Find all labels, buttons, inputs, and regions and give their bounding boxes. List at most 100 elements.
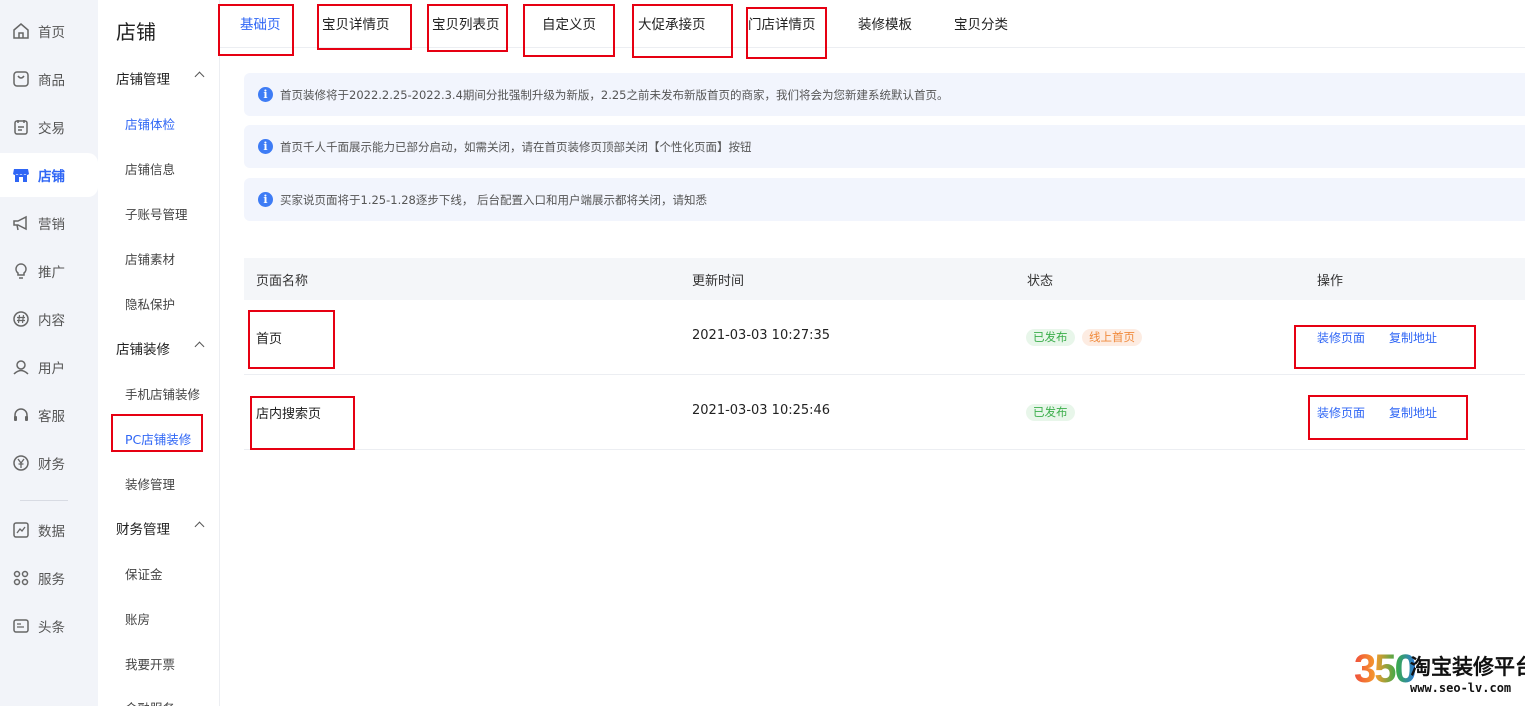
sidebar-item-decoration-management[interactable]: 装修管理	[125, 474, 175, 493]
column-header-status: 状态	[1027, 274, 1054, 289]
nav-label: 头条	[38, 620, 65, 636]
home-icon	[13, 23, 29, 39]
sidebar-item-account[interactable]: 账房	[125, 609, 150, 628]
notice-text: 买家说页面将于1.25-1.28逐步下线， 后台配置入口和用户端展示都将关闭，请…	[280, 192, 708, 207]
nav-item-services[interactable]: 服务	[0, 556, 98, 600]
notice-text: 首页千人千面展示能力已部分启动，如需关闭，请在首页装修页顶部关闭【个性化页面】按…	[280, 139, 752, 154]
headset-icon	[14, 408, 28, 421]
shop-icon	[13, 169, 29, 182]
column-header-time: 更新时间	[692, 274, 745, 289]
page-name: 首页	[256, 332, 283, 347]
sidebar-item-subaccounts[interactable]: 子账号管理	[125, 204, 188, 223]
column-header-name: 页面名称	[256, 274, 309, 289]
nav-label: 用户	[38, 361, 65, 377]
nav-item-home[interactable]: 首页	[0, 9, 98, 53]
update-time: 2021-03-03 10:27:35	[692, 328, 831, 343]
info-icon: i	[258, 139, 273, 154]
nav-item-finance[interactable]: 财务	[0, 441, 98, 485]
copy-address-link[interactable]: 复制地址	[1389, 329, 1437, 346]
nav-label: 服务	[38, 572, 65, 588]
nav-label: 店铺	[38, 169, 65, 185]
megaphone-icon	[13, 215, 27, 231]
sidebar-item-privacy[interactable]: 隐私保护	[125, 294, 175, 313]
info-icon: i	[258, 192, 273, 207]
table-header: 页面名称 更新时间 状态 操作	[244, 258, 1525, 300]
nav-item-content[interactable]: 内容	[0, 297, 98, 341]
tab-promotion-page[interactable]: 大促承接页	[638, 13, 706, 33]
sidebar-item-pc-decoration[interactable]: PC店铺装修	[125, 429, 191, 448]
section-finance-management[interactable]: 财务管理	[116, 518, 211, 538]
status-badge-online-home: 线上首页	[1082, 329, 1142, 346]
nav-item-news[interactable]: 头条	[0, 604, 98, 648]
nav-item-data[interactable]: 数据	[0, 508, 98, 552]
page-name: 店内搜索页	[256, 407, 322, 422]
tab-templates[interactable]: 装修模板	[858, 13, 912, 33]
sidebar-item-shop-info[interactable]: 店铺信息	[125, 159, 175, 178]
column-header-actions: 操作	[1317, 274, 1344, 289]
watermark-url: www.seo-lv.com	[1410, 681, 1512, 695]
tab-item-detail[interactable]: 宝贝详情页	[322, 13, 390, 33]
sidebar-item-deposit[interactable]: 保证金	[125, 564, 163, 583]
table-row: 首页 2021-03-03 10:27:35 已发布 线上首页 装修页面 复制地…	[244, 300, 1525, 375]
nav-item-users[interactable]: 用户	[0, 345, 98, 389]
watermark-number: 350	[1354, 647, 1417, 692]
news-icon	[13, 619, 29, 633]
lightbulb-icon	[15, 263, 27, 279]
chevron-up-icon	[194, 341, 205, 352]
sidebar-item-invoice[interactable]: 我要开票	[125, 654, 175, 673]
nav-item-trade[interactable]: 交易	[0, 105, 98, 149]
nav-label: 内容	[38, 313, 65, 329]
nav-item-marketing[interactable]: 营销	[0, 201, 98, 245]
update-time: 2021-03-03 10:25:46	[692, 403, 831, 418]
nav-label: 首页	[38, 25, 65, 41]
watermark-number-text: 350	[1354, 647, 1417, 691]
info-icon: i	[258, 87, 273, 102]
status-badge-published: 已发布	[1026, 329, 1075, 346]
chart-icon	[13, 522, 29, 538]
chevron-up-icon	[194, 71, 205, 82]
grid-icon	[13, 570, 29, 586]
tab-item-list[interactable]: 宝贝列表页	[432, 13, 500, 33]
decorate-page-link[interactable]: 装修页面	[1317, 329, 1365, 346]
section-shop-decoration[interactable]: 店铺装修	[116, 338, 211, 358]
order-icon	[14, 120, 28, 135]
nav-label: 数据	[38, 524, 65, 540]
nav-label: 交易	[38, 121, 65, 137]
nav-item-promote[interactable]: 推广	[0, 249, 98, 293]
section-label: 财务管理	[116, 522, 170, 538]
tab-custom-page[interactable]: 自定义页	[542, 13, 596, 33]
nav-label: 财务	[38, 457, 65, 473]
tab-store-detail[interactable]: 门店详情页	[748, 13, 816, 33]
copy-address-link[interactable]: 复制地址	[1389, 404, 1437, 421]
tab-basic-page[interactable]: 基础页	[240, 13, 281, 33]
sidebar-item-mobile-decoration[interactable]: 手机店铺装修	[125, 384, 200, 403]
notice-banner: i 买家说页面将于1.25-1.28逐步下线， 后台配置入口和用户端展示都将关闭…	[244, 178, 1525, 221]
nav-item-goods[interactable]: 商品	[0, 57, 98, 101]
yen-icon	[13, 455, 29, 471]
notice-text: 首页装修将于2022.2.25-2022.3.4期间分批强制升级为新版，2.25…	[280, 87, 949, 102]
decorate-page-link[interactable]: 装修页面	[1317, 404, 1365, 421]
tab-item-category[interactable]: 宝贝分类	[954, 13, 1008, 33]
status-badge-published: 已发布	[1026, 404, 1075, 421]
sidebar-item-financial-services[interactable]: 金融服务	[125, 698, 175, 706]
sidebar-item-shop-assets[interactable]: 店铺素材	[125, 249, 175, 268]
page-type-tabs: 基础页 宝贝详情页 宝贝列表页 自定义页 大促承接页 门店详情页 装修模板 宝贝…	[220, 0, 1525, 48]
nav-item-shop[interactable]: 店铺	[0, 153, 98, 197]
hash-icon	[13, 311, 29, 327]
section-shop-management[interactable]: 店铺管理	[116, 68, 211, 88]
section-label: 店铺管理	[116, 72, 170, 88]
user-icon	[13, 360, 29, 375]
sidebar-title: 店铺	[116, 20, 156, 44]
notice-banner: i 首页装修将于2022.2.25-2022.3.4期间分批强制升级为新版，2.…	[244, 73, 1525, 116]
watermark-logo: 350 淘宝装修平台 www.seo-lv.com	[1350, 645, 1525, 703]
nav-item-service[interactable]: 客服	[0, 393, 98, 437]
nav-label: 商品	[38, 73, 65, 89]
nav-label: 客服	[38, 409, 65, 425]
notice-banner: i 首页千人千面展示能力已部分启动，如需关闭，请在首页装修页顶部关闭【个性化页面…	[244, 125, 1525, 168]
sidebar-item-shop-checkup[interactable]: 店铺体检	[125, 114, 175, 133]
watermark-title: 淘宝装修平台	[1410, 655, 1525, 679]
nav-divider	[20, 500, 68, 501]
nav-label: 营销	[38, 217, 65, 233]
table-row: 店内搜索页 2021-03-03 10:25:46 已发布 装修页面 复制地址	[244, 375, 1525, 450]
chevron-up-icon	[194, 521, 205, 532]
